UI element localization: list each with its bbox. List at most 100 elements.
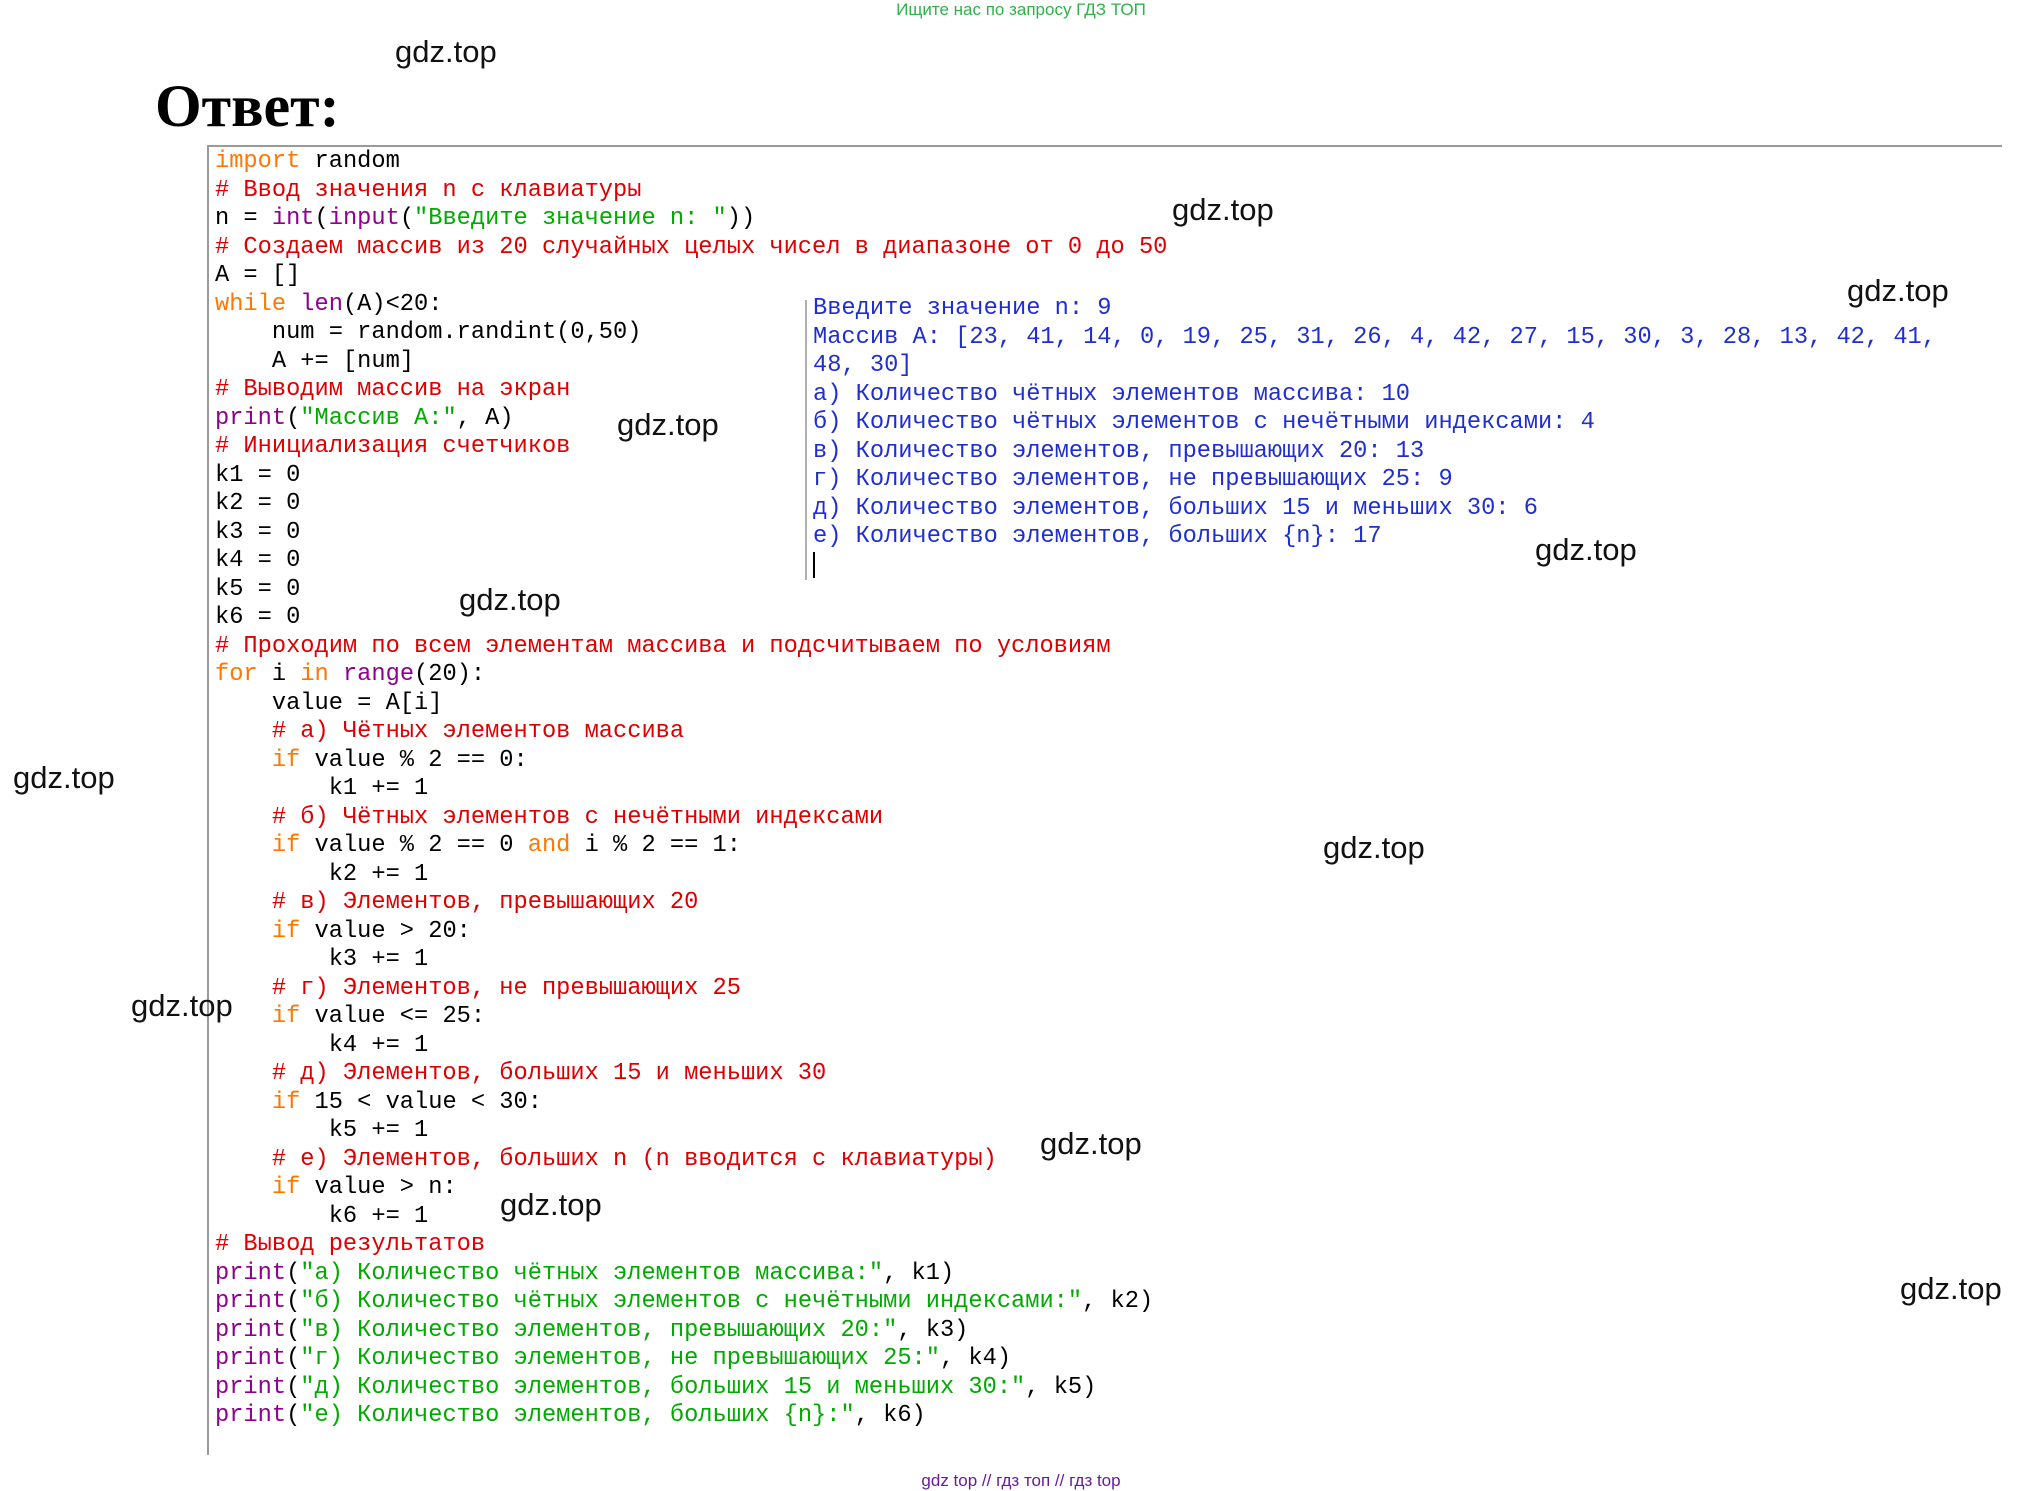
code-token: (A)<20:: [342, 290, 443, 318]
output-line: г) Количество элементов, не превышающих …: [813, 466, 1453, 493]
code-token: value > n:: [300, 1174, 457, 1201]
code-token: k2 += 1: [215, 860, 429, 888]
code-line: if value % 2 == 0:: [215, 747, 1167, 776]
output-line: а) Количество чётных элементов массива: …: [813, 380, 1411, 408]
code-token: i: [257, 661, 301, 688]
code-line: # а) Чётных элементов массива: [215, 718, 1167, 747]
output-cursor-line: [813, 551, 1936, 581]
code-token: )): [726, 205, 756, 232]
code-token: # Проходим по всем элементам массива и п…: [215, 632, 1111, 660]
code-token: import: [215, 148, 301, 175]
watermark: gdz.top: [131, 988, 233, 1023]
code-token: "в) Количество элементов, превышающих 20…: [300, 1316, 898, 1344]
watermark: gdz.top: [617, 407, 719, 442]
code-token: print: [215, 1345, 287, 1372]
code-token: # г) Элементов, не превышающих 25: [271, 974, 741, 1002]
code-token: # б) Чётных элементов с нечётными индекс…: [271, 803, 884, 831]
code-line: k3 += 1: [215, 946, 1167, 975]
code-token: if: [271, 746, 301, 774]
code-token: k3 += 1: [215, 946, 429, 973]
code-token: # в) Элементов, превышающих 20: [271, 889, 699, 916]
watermark: gdz.top: [395, 34, 497, 69]
code-token: random: [300, 148, 400, 175]
code-line: print("в) Количество элементов, превышаю…: [215, 1317, 1167, 1346]
code-token: print: [215, 1373, 287, 1401]
code-token: # е) Элементов, больших n (n вводится с …: [271, 1145, 997, 1173]
code-token: k1 = 0: [215, 461, 301, 489]
answer-heading: Ответ:: [155, 73, 340, 139]
watermark: gdz.top: [459, 582, 561, 617]
watermark: gdz.top: [1847, 273, 1949, 308]
code-token: # Инициализация счетчиков: [215, 433, 571, 460]
code-token: (20):: [414, 661, 486, 688]
code-token: range: [342, 661, 415, 688]
code-token: , A): [456, 404, 514, 432]
code-token: value % 2 == 0:: [300, 746, 528, 774]
code-token: k5 += 1: [215, 1117, 429, 1144]
code-token: i % 2 == 1:: [570, 832, 741, 859]
code-token: if: [271, 1174, 301, 1201]
code-line: k1 += 1: [215, 775, 1167, 804]
code-token: value = A[i]: [215, 689, 443, 717]
code-token: value % 2 == 0: [300, 832, 528, 859]
code-line: print("б) Количество чётных элементов с …: [215, 1288, 1167, 1317]
code-token: (: [314, 205, 329, 232]
code-token: "е) Количество элементов, больших {n}:": [300, 1402, 855, 1429]
code-token: k4 = 0: [215, 547, 301, 574]
code-line: k5 += 1: [215, 1117, 1167, 1146]
code-frame-top-border: [207, 145, 2002, 147]
code-token: "д) Количество элементов, больших 15 и м…: [300, 1373, 1026, 1401]
code-token: print: [215, 1259, 287, 1287]
code-token: 15 < value < 30:: [300, 1088, 542, 1116]
code-token: "Массив A:": [300, 404, 457, 432]
code-token: if: [271, 1003, 301, 1030]
code-line: print("е) Количество элементов, больших …: [215, 1402, 1167, 1431]
watermark: gdz.top: [1040, 1126, 1142, 1161]
code-line: # Создаем массив из 20 случайных целых ч…: [215, 234, 1167, 263]
code-line: n = int(input("Введите значение n: ")): [215, 205, 1167, 234]
output-line: Введите значение n: 9: [813, 295, 1112, 322]
top-banner: Ищите нас по запросу ГДЗ ТОП: [896, 0, 1146, 19]
program-output: Введите значение n: 9 Массив A: [23, 41, …: [813, 295, 1936, 580]
code-token: (: [286, 1288, 301, 1315]
code-line: A = []: [215, 262, 1167, 291]
output-line: 48, 30]: [813, 352, 913, 379]
code-token: "Введите значение n: ": [414, 205, 727, 232]
watermark: gdz.top: [500, 1187, 602, 1222]
code-line: k2 += 1: [215, 861, 1167, 890]
code-line: # д) Элементов, больших 15 и меньших 30: [215, 1060, 1167, 1089]
code-line: if value > n:: [215, 1174, 1167, 1203]
code-token: k5 = 0: [215, 575, 301, 603]
code-token: (: [399, 205, 415, 232]
code-line: # е) Элементов, больших n (n вводится с …: [215, 1146, 1167, 1175]
code-line: # г) Элементов, не превышающих 25: [215, 975, 1167, 1004]
code-token: for: [215, 661, 258, 688]
code-token: # д) Элементов, больших 15 и меньших 30: [271, 1060, 827, 1087]
code-token: print: [215, 1402, 287, 1429]
code-token: k3 = 0: [215, 518, 301, 546]
code-token: (: [286, 1345, 301, 1372]
code-token: while: [215, 290, 287, 318]
code-line: for i in range(20):: [215, 661, 1167, 690]
code-line: if 15 < value < 30:: [215, 1089, 1167, 1118]
code-token: k6 += 1: [215, 1202, 429, 1230]
code-token: print: [215, 404, 287, 432]
code-token: "б) Количество чётных элементов с нечётн…: [300, 1288, 1083, 1315]
output-line: е) Количество элементов, больших {n}: 17: [813, 523, 1382, 550]
output-frame-border: [805, 300, 807, 580]
code-line: print("д) Количество элементов, больших …: [215, 1374, 1167, 1403]
text-cursor-icon: [813, 551, 815, 578]
code-token: print: [215, 1288, 287, 1315]
code-line: if value <= 25:: [215, 1003, 1167, 1032]
code-line: # Вывод результатов: [215, 1231, 1167, 1260]
code-token: in: [300, 661, 329, 688]
code-line: # в) Элементов, превышающих 20: [215, 889, 1167, 918]
watermark: gdz.top: [13, 760, 115, 795]
